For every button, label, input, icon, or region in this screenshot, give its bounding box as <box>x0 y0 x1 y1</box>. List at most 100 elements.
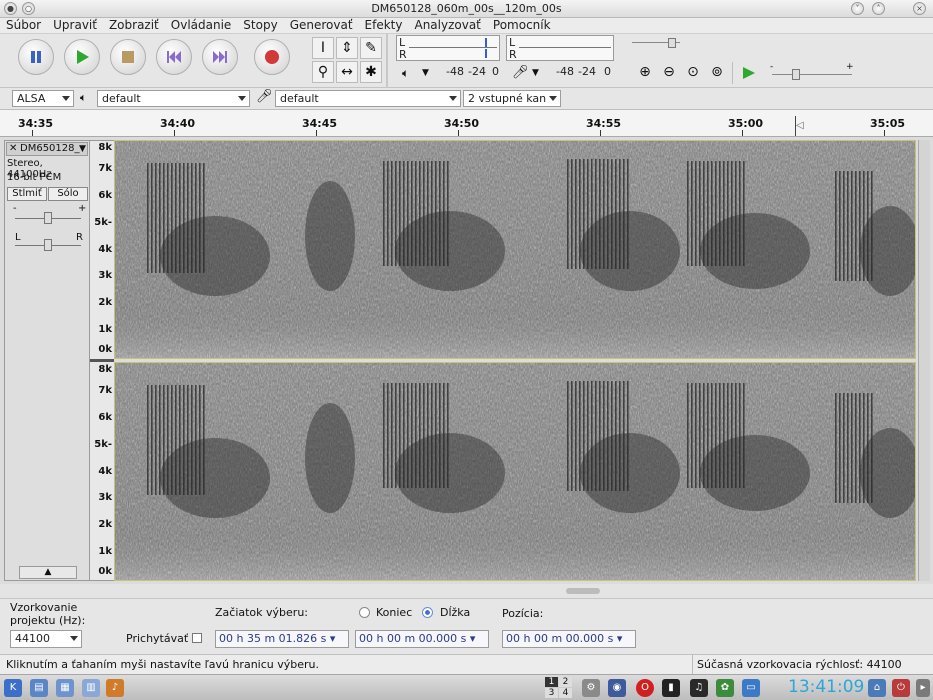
maximize-icon[interactable]: ˄ <box>872 2 885 15</box>
desktop-pager[interactable]: 1 2 3 4 <box>545 677 573 699</box>
meter-scale-label: -24 <box>468 65 486 78</box>
timeline-ruler[interactable]: 34:35 34:40 34:45 34:50 34:55 35:00 35:0… <box>0 110 933 137</box>
mute-button[interactable]: Stlmiť <box>7 187 47 201</box>
recording-meter[interactable]: L R <box>506 35 614 61</box>
kde-menu-icon[interactable]: K <box>4 679 22 697</box>
menu-view[interactable]: Zobraziť <box>103 18 165 33</box>
image-viewer-icon[interactable]: ✿ <box>716 679 734 697</box>
audacity-task-icon[interactable]: ♪ <box>106 679 124 697</box>
fit-selection-icon[interactable]: ⊙ <box>682 62 704 84</box>
horizontal-scrollbar[interactable] <box>0 584 933 598</box>
vertical-scrollbar[interactable] <box>918 140 930 581</box>
close-icon[interactable]: × <box>913 2 926 15</box>
menu-tracks[interactable]: Stopy <box>237 18 283 33</box>
play-at-speed-icon[interactable] <box>742 66 756 80</box>
selection-start-value: 00 h 35 m 01.826 s <box>219 632 327 645</box>
audio-position-value: 00 h 00 m 00.000 s <box>506 632 614 645</box>
status-hint: Kliknutím a ťahaním myši nastavíte ľavú … <box>6 658 319 671</box>
playback-meter[interactable]: L R <box>396 35 500 61</box>
speaker-icon[interactable]: 🔈︎ <box>402 66 409 81</box>
stop-button[interactable] <box>110 39 146 75</box>
zoom-in-icon[interactable]: ⊕ <box>634 62 656 84</box>
show-desktop-icon[interactable]: ▸ <box>916 679 930 697</box>
selection-start-field[interactable]: 00 h 35 m 01.826 s ▾ <box>215 630 349 648</box>
horizontal-scroll-thumb[interactable] <box>566 588 600 594</box>
timeshift-tool[interactable]: ↔ <box>336 61 358 83</box>
chevron-down-icon[interactable]: ▼ <box>422 68 429 78</box>
zoom-out-icon[interactable]: ⊖ <box>658 62 680 84</box>
draw-tool[interactable]: ✎ <box>360 37 382 59</box>
freq-label: 0k <box>98 566 112 577</box>
pause-button[interactable] <box>18 39 54 75</box>
menu-file[interactable]: Súbor <box>0 18 47 33</box>
taskbar: K ▤ ▦ ▥ ♪ 1 2 3 4 ⚙ ◉ O ▮ ♫ ✿ ▭ 13:41:09… <box>0 674 933 700</box>
audio-tray-icon[interactable]: ♫ <box>690 679 708 697</box>
spectrogram-left-channel[interactable] <box>114 140 916 359</box>
monitor-icon[interactable]: ▭ <box>742 679 760 697</box>
ruler-tick-label: 34:55 <box>586 117 622 130</box>
output-device-select[interactable]: default <box>97 90 250 107</box>
end-radio-label: Koniec <box>376 606 413 619</box>
gain-slider-thumb[interactable] <box>44 212 52 224</box>
ruler-tick-label: 34:40 <box>160 117 196 130</box>
skip-end-button[interactable] <box>202 39 238 75</box>
desktop-1[interactable]: 1 <box>545 677 558 687</box>
audio-host-select[interactable]: ALSA <box>12 90 74 107</box>
end-radio[interactable] <box>359 607 370 618</box>
input-device-select[interactable]: default <box>275 90 461 107</box>
track-name-bar[interactable]: ✕ DM650128_ ▼ <box>6 142 88 156</box>
collapse-track-button[interactable]: ▲ <box>19 566 77 579</box>
power-icon[interactable]: ⏻ <box>892 679 910 697</box>
track-menu-chevron-icon[interactable]: ▼ <box>79 144 86 154</box>
opera-icon[interactable]: O <box>636 679 654 697</box>
mixer-slider-thumb[interactable] <box>668 38 676 48</box>
audio-position-field[interactable]: 00 h 00 m 00.000 s ▾ <box>502 630 636 648</box>
terminal-icon[interactable]: ▮ <box>662 679 680 697</box>
selection-length-field[interactable]: 00 h 00 m 00.000 s ▾ <box>355 630 489 648</box>
spectrogram-right-channel[interactable] <box>114 362 916 581</box>
menu-transport[interactable]: Ovládanie <box>165 18 238 33</box>
microphone-icon[interactable]: 🎤︎ <box>512 65 529 80</box>
menu-help[interactable]: Pomocník <box>487 18 557 33</box>
desktop-4[interactable]: 4 <box>559 688 572 698</box>
desktop-3[interactable]: 3 <box>545 688 558 698</box>
file-manager-icon[interactable]: ▦ <box>56 679 74 697</box>
skip-start-button[interactable] <box>156 39 192 75</box>
zoom-tool[interactable]: ⚲ <box>312 61 334 83</box>
freq-label: 4k <box>98 244 112 255</box>
freq-label: 6k <box>98 412 112 423</box>
length-radio[interactable] <box>422 607 433 618</box>
pan-slider-thumb[interactable] <box>44 239 52 251</box>
chevron-down-icon[interactable]: ▼ <box>532 68 539 78</box>
speed-slider-minus: - <box>770 62 774 72</box>
notes-icon[interactable]: ▥ <box>82 679 100 697</box>
spectrogram-image <box>115 363 915 580</box>
position-label: Pozícia: <box>502 607 544 620</box>
envelope-tool[interactable]: ⇕ <box>336 37 358 59</box>
input-channels-select[interactable]: 2 vstupné kan <box>463 90 561 107</box>
gear-icon[interactable]: ⚙ <box>582 679 600 697</box>
selection-tool[interactable]: I <box>312 37 334 59</box>
documents-icon[interactable]: ▤ <box>30 679 48 697</box>
lock-icon[interactable]: ⌂ <box>868 679 886 697</box>
taskbar-clock[interactable]: 13:41:09 <box>788 677 864 697</box>
track-name[interactable]: DM650128_ <box>20 143 80 154</box>
menu-edit[interactable]: Upraviť <box>47 18 103 33</box>
input-channels-value: 2 vstupné kan <box>468 92 547 105</box>
project-rate-select[interactable]: 44100 <box>10 630 82 648</box>
track-close-icon[interactable]: ✕ <box>9 143 17 154</box>
network-icon[interactable]: ◉ <box>608 679 626 697</box>
snap-to-checkbox[interactable] <box>192 633 202 643</box>
menu-generate[interactable]: Generovať <box>284 18 359 33</box>
menu-analyze[interactable]: Analyzovať <box>408 18 486 33</box>
minimize-icon[interactable]: ˅ <box>851 2 864 15</box>
speed-slider-thumb[interactable] <box>792 69 800 80</box>
menu-effects[interactable]: Efekty <box>359 18 409 33</box>
desktop-2[interactable]: 2 <box>559 677 572 687</box>
fit-project-icon[interactable]: ⊚ <box>706 62 728 84</box>
play-button[interactable] <box>64 39 100 75</box>
freq-label: 0k <box>98 344 112 355</box>
solo-button[interactable]: Sólo <box>48 187 88 201</box>
record-button[interactable] <box>254 39 290 75</box>
multi-tool[interactable]: ✱ <box>360 61 382 83</box>
